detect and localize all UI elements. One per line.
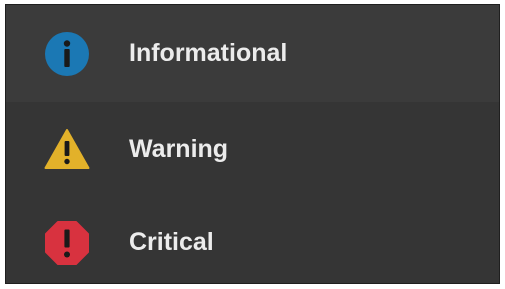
severity-option-warning[interactable]: Warning: [6, 102, 499, 196]
severity-option-critical[interactable]: Critical: [6, 196, 499, 283]
warning-icon: [42, 124, 92, 174]
severity-option-label: Warning: [129, 134, 229, 163]
info-icon: [42, 29, 92, 79]
severity-option-informational[interactable]: Informational: [6, 5, 499, 102]
critical-icon: [42, 218, 92, 268]
severity-option-label: Critical: [129, 228, 214, 256]
severity-option-label: Informational: [129, 39, 288, 67]
severity-menu: Informational Warning Critical: [5, 4, 500, 284]
